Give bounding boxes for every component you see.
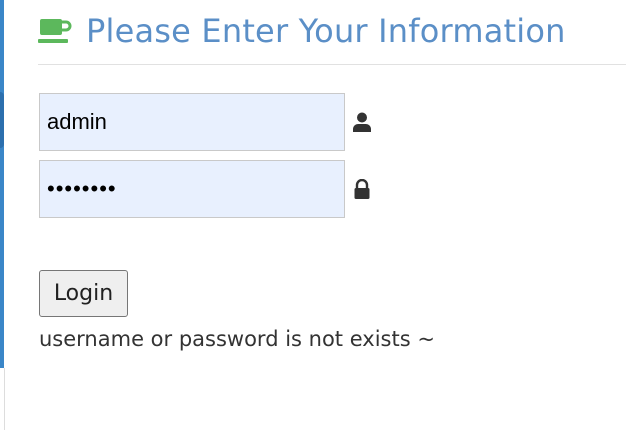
login-page: Please Enter Your Information Login user… [0, 0, 626, 430]
error-message: username or password is not exists ~ [39, 327, 435, 351]
left-edge-bar [0, 0, 4, 430]
title-divider [38, 64, 626, 65]
username-row [39, 93, 371, 151]
left-edge-divider [0, 368, 5, 430]
lock-icon [354, 179, 370, 199]
login-button[interactable]: Login [39, 270, 128, 317]
username-input[interactable] [39, 93, 345, 151]
password-input[interactable] [39, 160, 345, 218]
left-edge-tab [0, 92, 4, 148]
password-row [39, 160, 371, 218]
page-title: Please Enter Your Information [86, 12, 566, 50]
user-icon [353, 112, 371, 132]
coffee-cup-icon [38, 19, 72, 43]
page-heading: Please Enter Your Information [38, 12, 566, 50]
